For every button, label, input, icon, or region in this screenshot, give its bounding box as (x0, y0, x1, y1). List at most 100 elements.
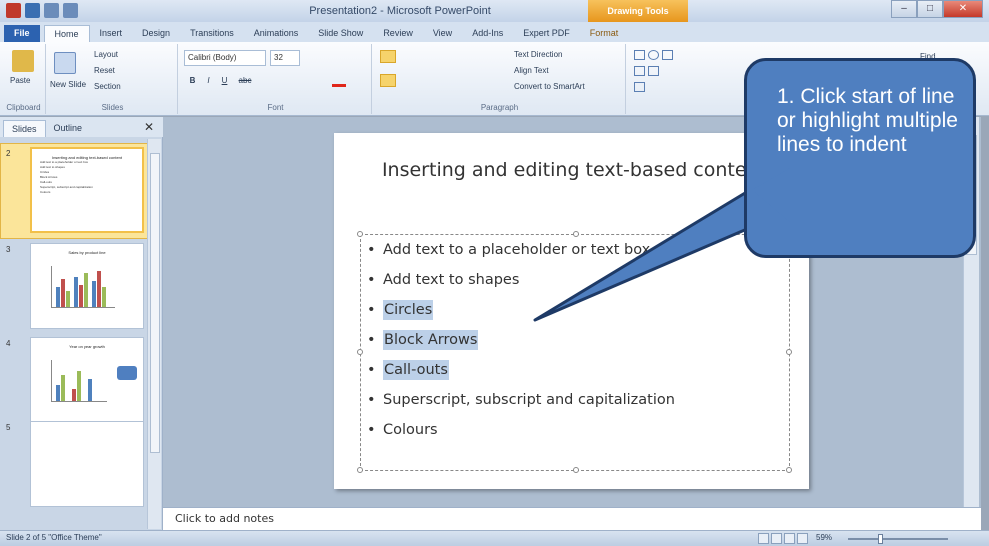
thumbnail-title: Sales by product line (68, 250, 106, 255)
scrollbar-thumb[interactable] (150, 153, 160, 453)
bullet-item[interactable]: Colours (367, 415, 675, 445)
font-color-icon[interactable] (332, 74, 346, 87)
bullet-item-highlighted[interactable]: Block Arrows (367, 325, 675, 355)
bullet-text: Superscript, subscript and capitalizatio… (383, 392, 675, 408)
bullets-icon[interactable] (380, 50, 396, 63)
resize-handle[interactable] (357, 231, 363, 237)
slideshow-view-icon[interactable] (797, 533, 808, 544)
strikethrough-button[interactable]: abc (236, 74, 254, 87)
new-slide-icon[interactable] (54, 52, 76, 74)
tab-slide-show[interactable]: Slide Show (308, 25, 373, 42)
bullet-item-highlighted[interactable]: Call-outs (367, 355, 675, 385)
textbox-shape-icon[interactable] (634, 66, 645, 76)
notes-placeholder[interactable]: Click to add notes (175, 512, 274, 525)
notes-pane[interactable]: Click to add notes (163, 507, 981, 530)
slide-thumbnail-item[interactable]: 2 Inserting and editing text-based conte… (4, 145, 152, 237)
slides-group-label: Slides (101, 103, 124, 112)
bullet-text: Colours (383, 422, 438, 438)
tab-outline[interactable]: Outline (46, 120, 91, 137)
powerpoint-logo-icon[interactable] (6, 3, 21, 18)
tab-file[interactable]: File (4, 25, 40, 42)
tab-add-ins[interactable]: Add-Ins (462, 25, 513, 42)
bullet-text: Call-outs (383, 360, 449, 380)
tab-slides[interactable]: Slides (3, 120, 46, 137)
layout-button[interactable]: Layout (94, 50, 118, 59)
bullet-item[interactable]: Add text to shapes (367, 265, 675, 295)
minimize-button[interactable]: – (891, 0, 917, 18)
bullet-item-highlighted[interactable]: Circles (367, 295, 675, 325)
save-icon[interactable] (25, 3, 40, 18)
bold-button[interactable]: B (186, 74, 199, 87)
slide-number: 3 (6, 245, 11, 254)
slide-sorter-view-icon[interactable] (771, 533, 782, 544)
numbering-icon[interactable] (400, 50, 416, 63)
font-size-combo[interactable]: 32 (270, 50, 300, 66)
thumbnail-chart (51, 266, 115, 308)
slide-number: 2 (6, 149, 11, 158)
align-center-icon[interactable] (400, 74, 416, 87)
bullet-item[interactable]: Superscript, subscript and capitalizatio… (367, 385, 675, 415)
thumbnail-line: Colours (40, 190, 51, 194)
tab-format[interactable]: Format (580, 25, 629, 42)
zoom-level[interactable]: 59% (816, 533, 832, 542)
tab-animations[interactable]: Animations (244, 25, 309, 42)
paste-button[interactable]: Paste (10, 76, 30, 85)
convert-smartart-button[interactable]: Convert to SmartArt (514, 82, 585, 91)
instruction-callout: 1. Click start of line or highlight mult… (744, 58, 976, 258)
resize-handle[interactable] (786, 467, 792, 473)
rectangle-shape-icon[interactable] (634, 50, 645, 60)
tab-transitions[interactable]: Transitions (180, 25, 244, 42)
thumbnail-callout (117, 366, 137, 380)
reading-view-icon[interactable] (784, 533, 795, 544)
resize-handle[interactable] (357, 467, 363, 473)
align-left-icon[interactable] (380, 74, 396, 87)
align-text-button[interactable]: Align Text (514, 66, 549, 75)
slides-pane-scrollbar[interactable] (147, 139, 161, 529)
rounded-rectangle-shape-icon[interactable] (662, 50, 673, 60)
close-button[interactable]: ✕ (943, 0, 983, 18)
clipboard-group: Paste Clipboard (2, 44, 46, 114)
slide-thumbnail-item[interactable]: 4 Year on year growth (4, 335, 152, 427)
status-text: Slide 2 of 5 "Office Theme" (6, 533, 102, 542)
tab-view[interactable]: View (423, 25, 462, 42)
redo-icon[interactable] (63, 3, 78, 18)
slide-thumbnail-item[interactable]: 3 Sales by product line (4, 241, 152, 333)
tab-expert-pdf[interactable]: Expert PDF (513, 25, 580, 42)
slide-thumbnail[interactable]: Sales by product line (30, 243, 144, 329)
normal-view-icon[interactable] (758, 533, 769, 544)
resize-handle[interactable] (357, 349, 363, 355)
triangle-shape-icon[interactable] (648, 66, 659, 76)
slide-thumbnail[interactable]: Year on year growth (30, 337, 144, 423)
bullet-item[interactable]: Add text to a placeholder or text box (367, 235, 675, 265)
undo-icon[interactable] (44, 3, 59, 18)
slide-canvas[interactable]: Inserting and editing text-based content… (334, 133, 809, 489)
resize-handle[interactable] (786, 349, 792, 355)
slide-thumbnail[interactable]: Inserting and editing text-based content… (30, 147, 144, 233)
paste-icon[interactable] (12, 50, 34, 72)
slide-thumbnail-item[interactable]: 5 (4, 419, 152, 511)
slide-thumbnail[interactable] (30, 421, 144, 507)
zoom-slider[interactable] (848, 538, 948, 540)
oval-shape-icon[interactable] (648, 50, 659, 60)
paragraph-group: Text Direction Align Text Convert to Sma… (374, 44, 626, 114)
text-direction-button[interactable]: Text Direction (514, 50, 562, 59)
pane-close-icon[interactable]: ✕ (144, 120, 154, 134)
tab-home[interactable]: Home (43, 25, 90, 42)
zoom-slider-knob[interactable] (878, 534, 883, 544)
bullet-list[interactable]: Add text to a placeholder or text box Ad… (367, 235, 675, 445)
slide-title[interactable]: Inserting and editing text-based content (354, 155, 794, 185)
maximize-button[interactable]: □ (917, 0, 943, 18)
tab-insert[interactable]: Insert (90, 25, 133, 42)
arrow-shape-icon[interactable] (634, 82, 645, 92)
tab-design[interactable]: Design (132, 25, 180, 42)
bullet-text: Block Arrows (383, 330, 479, 350)
tab-review[interactable]: Review (373, 25, 423, 42)
font-name-combo[interactable]: Calibri (Body) (184, 50, 266, 66)
italic-button[interactable]: I (202, 74, 215, 87)
new-slide-button[interactable]: New Slide (50, 80, 86, 89)
underline-button[interactable]: U (218, 74, 231, 87)
section-button[interactable]: Section (94, 82, 121, 91)
resize-handle[interactable] (573, 467, 579, 473)
slide-number: 4 (6, 339, 11, 348)
reset-button[interactable]: Reset (94, 66, 115, 75)
